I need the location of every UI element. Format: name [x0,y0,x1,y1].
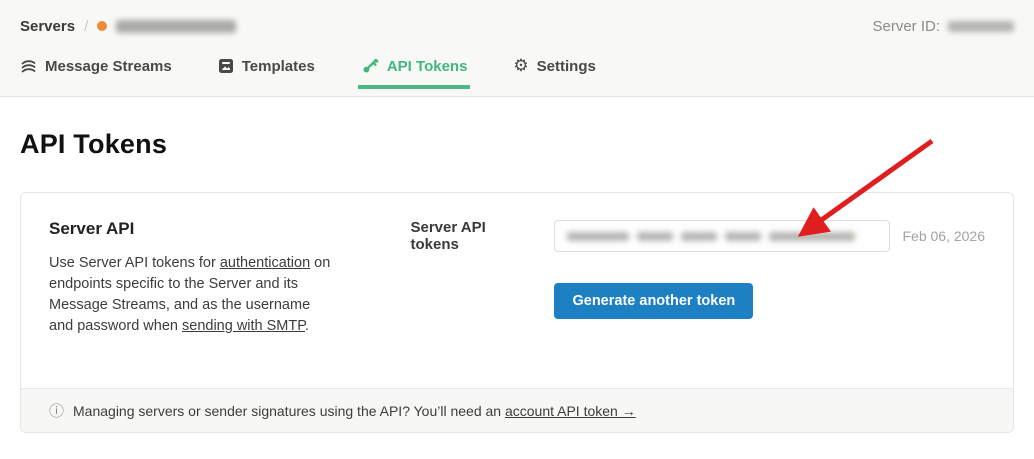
section-title: Server API [49,219,135,238]
api-token-field[interactable] [554,220,891,252]
page-title: API Tokens [20,129,168,159]
server-name-redacted[interactable] [116,19,237,33]
tab-templates[interactable]: Templates [218,44,315,88]
generate-another-token-button[interactable]: Generate another token [554,283,754,319]
tab-label: API Tokens [386,57,468,75]
server-api-tokens-label: Server API tokens [410,219,486,253]
breadcrumb-servers-link[interactable]: Servers [20,18,75,35]
authentication-link[interactable]: authentication [220,255,310,271]
footer-note-text: Managing servers or sender signatures us… [73,403,636,419]
tab-settings[interactable]: ⚙ Settings [513,44,595,88]
tab-label: Settings [536,57,596,75]
tab-api-tokens[interactable]: API Tokens [357,44,470,89]
sending-with-smtp-link[interactable]: sending with SMTP [182,318,305,334]
token-redacted-segment [725,231,762,241]
tab-label: Message Streams [45,57,172,75]
tab-bar: Message Streams Templates API Tokens ⚙ S… [20,44,1014,89]
breadcrumb-separator: / [84,17,89,35]
info-icon: ⓘ [49,402,65,420]
breadcrumb: Servers / [20,17,237,35]
tab-message-streams[interactable]: Message Streams [20,44,172,88]
message-streams-icon [20,58,37,75]
key-icon [361,57,379,75]
token-redacted-segment [637,231,674,241]
server-id-label: Server ID: [872,17,940,35]
section-description: Use Server API tokens for authentication… [49,253,330,337]
description-text: . [305,318,310,334]
account-api-token-link[interactable]: account API token → [505,403,636,419]
token-redacted-segment [681,231,718,241]
token-created-date: Feb 06, 2026 [902,228,985,244]
templates-icon [218,58,234,74]
description-text: Use Server API tokens for [49,255,220,271]
gear-icon: ⚙ [513,55,529,76]
server-id-value-redacted [948,20,1014,32]
server-id: Server ID: [872,18,1014,35]
footer-note-leading-text: Managing servers or sender signatures us… [73,402,505,419]
card-footer-note: ⓘ Managing servers or sender signatures … [21,388,1013,432]
token-redacted-segment [769,231,856,241]
tab-label: Templates [241,57,315,75]
token-redacted-segment [567,231,630,241]
server-status-dot-icon [97,21,108,31]
page-header: Servers / Server ID: Message Streams Tem… [0,0,1034,97]
server-api-card: Server API Use Server API tokens for aut… [20,192,1014,433]
